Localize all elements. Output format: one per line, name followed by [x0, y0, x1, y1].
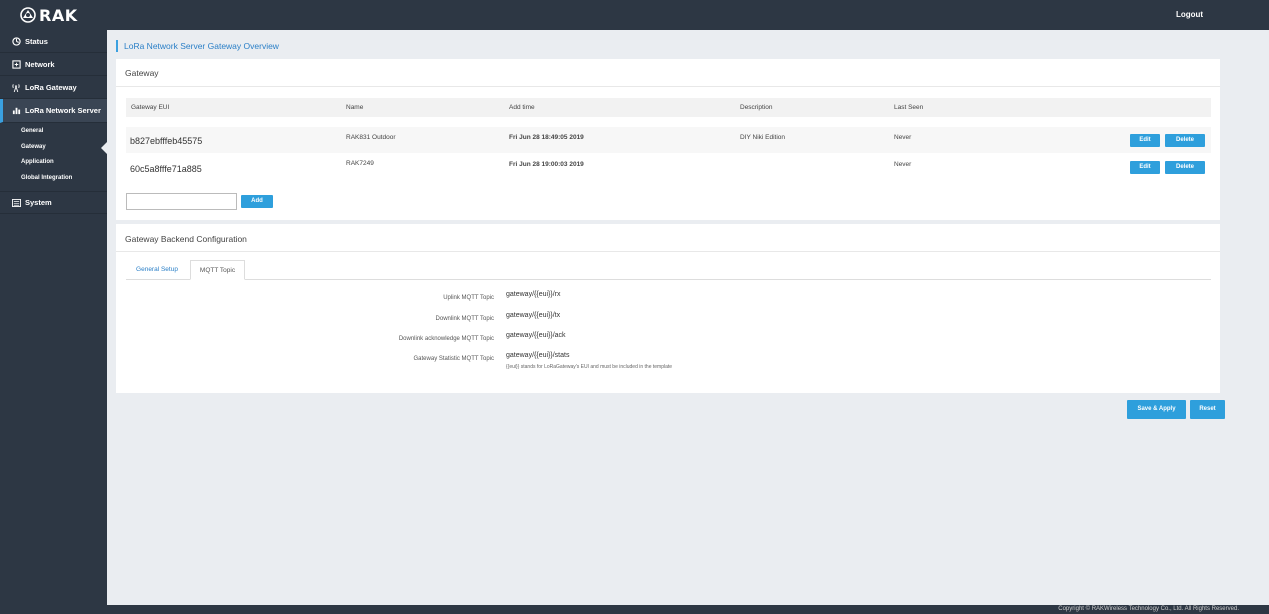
edit-button[interactable]: Edit: [1130, 161, 1160, 174]
sidebar-subitem-global-integration[interactable]: Global Integration: [21, 175, 72, 181]
divider: [116, 251, 1220, 252]
divider: [116, 86, 1220, 87]
network-icon: [10, 59, 22, 69]
backend-config-panel: Gateway Backend Configuration General Se…: [116, 224, 1220, 393]
sidebar-subitem-gateway[interactable]: Gateway: [21, 144, 46, 150]
bar-chart-icon: [10, 106, 22, 115]
sidebar-item-label: System: [25, 198, 52, 207]
sidebar: Status Network LoRa Gateway LoRa Network…: [0, 30, 107, 614]
gateway-name-cell: RAK7249: [346, 160, 374, 167]
tab-mqtt-topic[interactable]: MQTT Topic: [190, 260, 245, 280]
gateway-name-cell: RAK831 Outdoor: [346, 134, 396, 141]
column-header-name: Name: [346, 104, 364, 111]
top-bar: RAK Logout: [0, 0, 1269, 30]
sidebar-item-label: Status: [25, 36, 48, 46]
sidebar-item-lora-network-server[interactable]: LoRa Network Server: [0, 99, 107, 123]
gateway-add-time-cell: Fri Jun 28 18:49:05 2019: [509, 134, 584, 141]
downlink-topic-value[interactable]: gateway/{{eui}}/tx: [506, 312, 560, 319]
column-header-add-time: Add time: [509, 104, 535, 111]
backend-config-title: Gateway Backend Configuration: [125, 234, 247, 244]
gateway-table-header: Gateway EUI Name Add time Description La…: [126, 98, 1211, 117]
gateway-eui-cell: 60c5a8fffe71a885: [130, 164, 202, 174]
column-header-last-seen: Last Seen: [894, 104, 924, 111]
sidebar-item-lora-gateway[interactable]: LoRa Gateway: [0, 76, 107, 99]
uplink-topic-value[interactable]: gateway/{{eui}}/rx: [506, 291, 561, 298]
delete-button[interactable]: Delete: [1165, 161, 1205, 174]
downlink-ack-topic-value[interactable]: gateway/{{eui}}/ack: [506, 332, 566, 339]
logout-link[interactable]: Logout: [1176, 10, 1203, 19]
topic-help-text: {{eui}} stands for LoRaGateway's EUI and…: [506, 364, 673, 370]
sidebar-item-label: LoRa Network Server: [25, 106, 101, 115]
sidebar-item-network[interactable]: Network: [0, 53, 107, 76]
uplink-topic-label: Uplink MQTT Topic: [443, 295, 494, 301]
copyright-text: Copyright © RAKWireless Technology Co., …: [1058, 606, 1239, 612]
reset-button[interactable]: Reset: [1190, 400, 1225, 419]
system-icon: [10, 198, 22, 207]
gateway-eui-input[interactable]: [126, 193, 237, 210]
edit-button[interactable]: Edit: [1130, 134, 1160, 147]
rak-logo[interactable]: RAK: [19, 5, 78, 25]
gateway-description-cell: DIY Niki Edition: [740, 134, 786, 141]
column-header-description: Description: [740, 104, 773, 111]
gateway-add-time-cell: Fri Jun 28 19:00:03 2019: [509, 161, 584, 168]
footer: Copyright © RAKWireless Technology Co., …: [107, 605, 1269, 614]
gateway-stats-topic-label: Gateway Statistic MQTT Topic: [413, 356, 494, 362]
table-row: b827ebfffeb45575 RAK831 Outdoor Fri Jun …: [126, 127, 1211, 153]
delete-button[interactable]: Delete: [1165, 134, 1205, 147]
table-row: 60c5a8fffe71a885 RAK7249 Fri Jun 28 19:0…: [126, 155, 1211, 181]
tab-general-setup[interactable]: General Setup: [126, 260, 188, 280]
downlink-topic-label: Downlink MQTT Topic: [435, 316, 494, 322]
sidebar-item-label: LoRa Gateway: [25, 82, 77, 92]
antenna-icon: [10, 83, 22, 92]
active-subitem-caret: [101, 142, 107, 154]
rak-logo-icon: [20, 7, 36, 23]
downlink-ack-topic-label: Downlink acknowledge MQTT Topic: [398, 336, 494, 342]
save-apply-button[interactable]: Save & Apply: [1127, 400, 1186, 419]
sidebar-item-label: Network: [25, 59, 55, 69]
gateway-panel: Gateway Gateway EUI Name Add time Descri…: [116, 59, 1220, 220]
brand-name: RAK: [39, 5, 78, 25]
add-gateway-button[interactable]: Add: [241, 195, 273, 208]
gateway-panel-title: Gateway: [125, 68, 159, 78]
gateway-last-seen-cell: Never: [894, 161, 912, 168]
gateway-eui-cell: b827ebfffeb45575: [130, 136, 203, 146]
page-title: LoRa Network Server Gateway Overview: [116, 40, 279, 52]
sidebar-item-status[interactable]: Status: [0, 30, 107, 53]
sidebar-subitem-general[interactable]: General: [21, 128, 43, 134]
gateway-last-seen-cell: Never: [894, 134, 912, 141]
tab-strip-line: [126, 279, 1211, 280]
sidebar-subitem-application[interactable]: Application: [21, 159, 54, 165]
gateway-stats-topic-value[interactable]: gateway/{{eui}}/stats: [506, 352, 569, 359]
column-header-gateway-eui: Gateway EUI: [131, 104, 170, 111]
sidebar-item-system[interactable]: System: [0, 191, 107, 214]
status-icon: [10, 36, 22, 46]
